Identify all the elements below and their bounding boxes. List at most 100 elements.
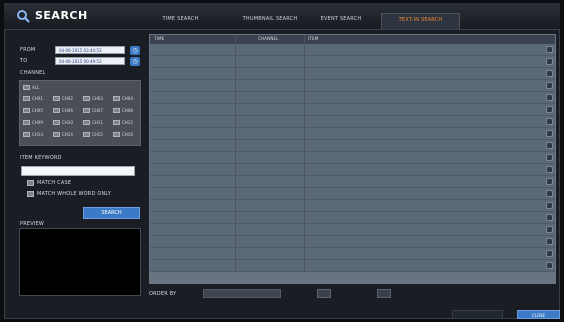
row-menu-icon[interactable]: [546, 214, 553, 221]
channel-checkbox-ch15[interactable]: [83, 132, 90, 137]
row-menu-icon[interactable]: [546, 70, 553, 77]
channel-label-ch09: CH09: [32, 120, 43, 125]
channel-checkbox-ch11[interactable]: [83, 120, 90, 125]
from-label: FROM: [20, 47, 36, 53]
channel-checkbox-ch14[interactable]: [53, 132, 60, 137]
channel-label-ch15: CH15: [92, 132, 103, 137]
table-row[interactable]: [150, 164, 555, 176]
search-button[interactable]: SEARCH: [83, 207, 140, 219]
row-menu-icon[interactable]: [546, 178, 553, 185]
column-header-channel[interactable]: CHANNEL: [258, 36, 279, 41]
channel-label-ch06: CH06: [62, 108, 73, 113]
channel-checkbox-ch02[interactable]: [53, 96, 60, 101]
table-row[interactable]: [150, 92, 555, 104]
channel-label-ch03: CH03: [92, 96, 103, 101]
match-whole-word-checkbox[interactable]: [27, 191, 34, 197]
channel-label-ch01: CH01: [32, 96, 43, 101]
table-row[interactable]: [150, 200, 555, 212]
row-menu-icon[interactable]: [546, 250, 553, 257]
row-menu-icon[interactable]: [546, 142, 553, 149]
results-table: TIME CHANNEL ITEM: [149, 34, 556, 284]
channel-checkbox-ch04[interactable]: [113, 96, 120, 101]
close-button[interactable]: CLOSE: [517, 310, 560, 319]
preview-pane: [19, 228, 141, 296]
match-case-label: MATCH CASE: [37, 180, 72, 186]
channel-checkbox-ch05[interactable]: [23, 108, 30, 113]
tab-event-search[interactable]: EVENT SEARCH: [310, 13, 372, 29]
all-label: ALL: [32, 85, 40, 90]
row-menu-icon[interactable]: [546, 82, 553, 89]
row-menu-icon[interactable]: [546, 238, 553, 245]
channel-label-ch14: CH14: [62, 132, 73, 137]
row-menu-icon[interactable]: [546, 130, 553, 137]
channel-checkbox-ch16[interactable]: [113, 132, 120, 137]
column-header-time[interactable]: TIME: [154, 36, 164, 41]
table-row[interactable]: [150, 188, 555, 200]
calendar-icon[interactable]: ◷: [130, 46, 140, 55]
row-menu-icon[interactable]: [546, 262, 553, 269]
order-by-select[interactable]: [203, 289, 281, 298]
row-menu-icon[interactable]: [546, 166, 553, 173]
channel-checkbox-ch12[interactable]: [113, 120, 120, 125]
channel-label: CHANNEL: [20, 70, 46, 76]
table-row[interactable]: [150, 176, 555, 188]
tab-text-in-search[interactable]: TEXT-IN SEARCH: [381, 13, 460, 29]
match-whole-word-label: MATCH WHOLE WORD ONLY: [37, 191, 111, 197]
channel-label-ch05: CH05: [32, 108, 43, 113]
channel-label-ch08: CH08: [122, 108, 133, 113]
from-date-field[interactable]: 04-06-2015 03:44:53: [55, 46, 125, 54]
row-menu-icon[interactable]: [546, 190, 553, 197]
channel-label-ch11: CH11: [92, 120, 103, 125]
table-row[interactable]: [150, 104, 555, 116]
row-menu-icon[interactable]: [546, 58, 553, 65]
row-menu-icon[interactable]: [546, 118, 553, 125]
row-menu-icon[interactable]: [546, 226, 553, 233]
to-label: TO: [20, 58, 28, 64]
channel-checkbox-ch06[interactable]: [53, 108, 60, 113]
channel-label-ch12: CH12: [122, 120, 133, 125]
channel-checkbox-ch08[interactable]: [113, 108, 120, 113]
row-menu-icon[interactable]: [546, 46, 553, 53]
table-row[interactable]: [150, 248, 555, 260]
row-menu-icon[interactable]: [546, 106, 553, 113]
table-row[interactable]: [150, 56, 555, 68]
next-page-button[interactable]: [377, 289, 391, 298]
channel-label-ch02: CH02: [62, 96, 73, 101]
channel-label-ch04: CH04: [122, 96, 133, 101]
prev-page-button[interactable]: [317, 289, 331, 298]
table-row[interactable]: [150, 236, 555, 248]
channel-checkbox-ch07[interactable]: [83, 108, 90, 113]
table-row[interactable]: [150, 80, 555, 92]
row-menu-icon[interactable]: [546, 202, 553, 209]
table-row-selected[interactable]: [150, 272, 555, 283]
match-case-checkbox[interactable]: [27, 180, 34, 186]
column-header-item[interactable]: ITEM: [308, 36, 318, 41]
channel-label-ch16: CH16: [122, 132, 133, 137]
footer-button[interactable]: [452, 310, 503, 319]
calendar-icon[interactable]: ◷: [130, 57, 140, 66]
row-menu-icon[interactable]: [546, 154, 553, 161]
table-row[interactable]: [150, 260, 555, 272]
table-row[interactable]: [150, 68, 555, 80]
table-row[interactable]: [150, 212, 555, 224]
search-icon: [17, 10, 30, 23]
table-row[interactable]: [150, 116, 555, 128]
table-row[interactable]: [150, 44, 555, 56]
table-row[interactable]: [150, 152, 555, 164]
all-checkbox[interactable]: [23, 85, 30, 90]
tab-thumbnail-search[interactable]: THUMBNAIL SEARCH: [230, 13, 310, 29]
channel-checkbox-ch09[interactable]: [23, 120, 30, 125]
to-date-field[interactable]: 04-06-2015 00:49:53: [55, 57, 125, 65]
channel-checkbox-ch03[interactable]: [83, 96, 90, 101]
channel-checkbox-ch01[interactable]: [23, 96, 30, 101]
table-header: TIME CHANNEL ITEM: [150, 35, 555, 44]
channel-checkbox-ch10[interactable]: [53, 120, 60, 125]
table-row[interactable]: [150, 224, 555, 236]
tab-time-search[interactable]: TIME SEARCH: [149, 13, 212, 29]
channel-checkbox-ch13[interactable]: [23, 132, 30, 137]
row-menu-icon[interactable]: [546, 94, 553, 101]
table-row[interactable]: [150, 128, 555, 140]
page-title: SEARCH: [35, 9, 88, 22]
keyword-input[interactable]: [21, 166, 135, 176]
table-row[interactable]: [150, 140, 555, 152]
